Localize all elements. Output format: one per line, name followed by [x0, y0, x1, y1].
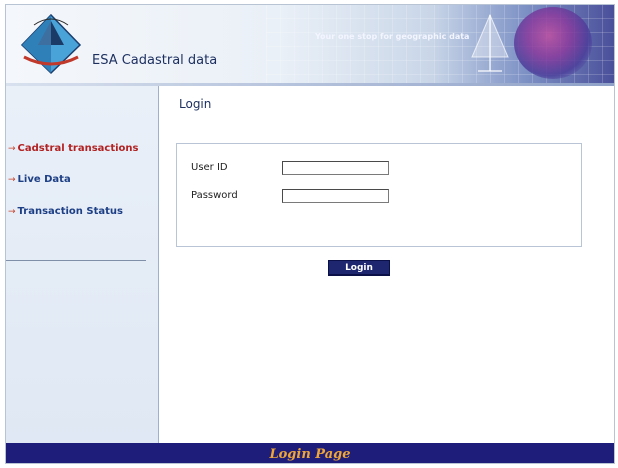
arrow-right-icon: → [8, 175, 16, 185]
satellite-dish-icon [471, 13, 509, 72]
sidebar-item-cadstral-transactions[interactable]: → Cadstral transactions [8, 143, 138, 154]
arrow-right-icon: → [8, 144, 16, 154]
sidebar-item-label: Cadstral transactions [17, 143, 139, 154]
arrow-right-icon: → [8, 207, 16, 217]
login-button[interactable]: Login [328, 260, 390, 276]
globe-icon [514, 7, 592, 79]
user-id-label: User ID [191, 162, 228, 173]
sidebar-item-transaction-status[interactable]: → Transaction Status [8, 206, 123, 217]
footer-title: Login Page [269, 447, 351, 462]
sidebar-divider [6, 260, 146, 261]
password-label: Password [191, 190, 238, 201]
page-title: Login [179, 97, 212, 111]
footer-bar: Login Page [6, 443, 614, 463]
page-frame: ESA Cadastral data Your one stop for geo… [5, 4, 615, 464]
sidebar-item-label: Live Data [17, 174, 71, 185]
user-id-input[interactable] [282, 161, 389, 175]
header-tagline: Your one stop for geographic data [315, 32, 470, 41]
sidebar-item-live-data[interactable]: → Live Data [8, 174, 71, 185]
header-banner: ESA Cadastral data Your one stop for geo… [6, 5, 614, 83]
password-input[interactable] [282, 189, 389, 203]
sidebar: → Cadstral transactions → Live Data → Trans… [6, 86, 159, 443]
sidebar-item-label: Transaction Status [17, 206, 123, 217]
esa-logo-icon [20, 13, 82, 75]
app-title: ESA Cadastral data [92, 53, 218, 68]
